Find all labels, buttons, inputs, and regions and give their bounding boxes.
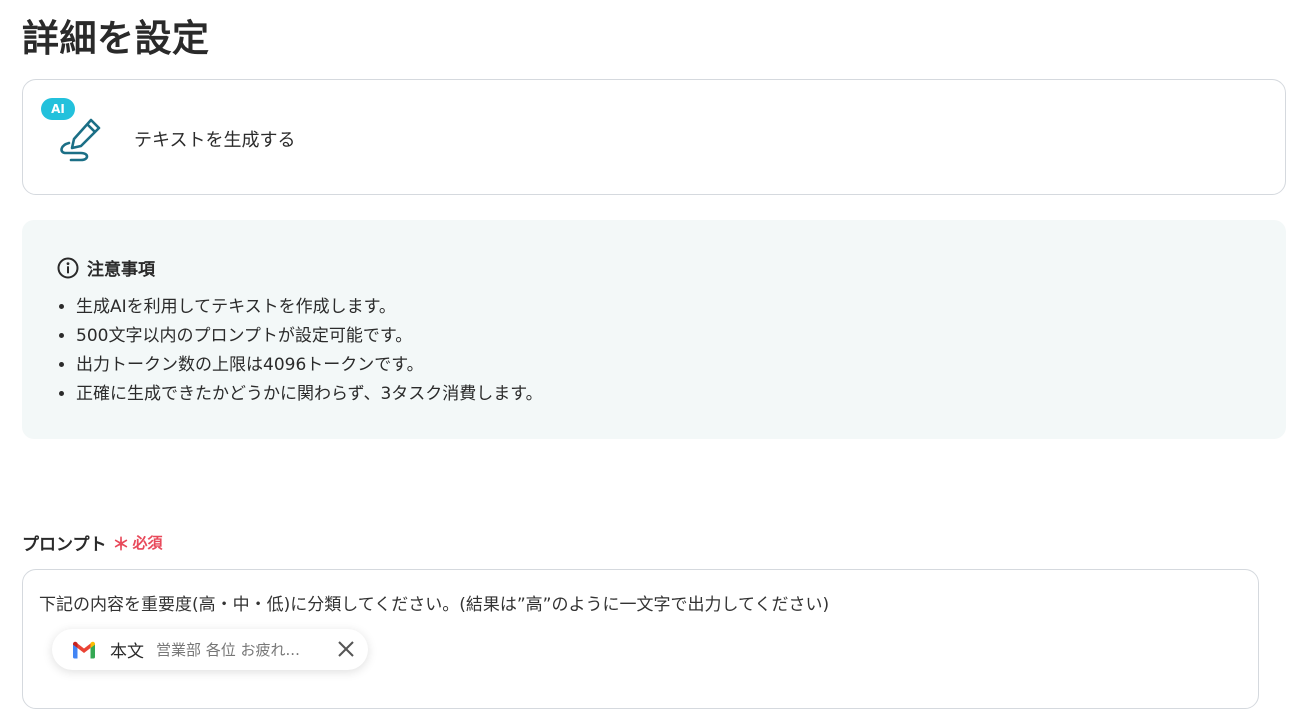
gmail-icon <box>73 641 95 658</box>
action-label: テキストを生成する <box>134 130 296 151</box>
notice-item: 出力トークン数の上限は4096トークンです。 <box>76 351 543 380</box>
action-card[interactable]: AI テキストを生成する <box>22 79 1286 195</box>
variable-chip[interactable]: 本文 営業部 各位 お疲れ... <box>52 629 368 670</box>
prompt-label-row: プロンプト ＊ 必須 <box>22 530 163 555</box>
notice-item: 500文字以内のプロンプトが設定可能です。 <box>76 322 543 351</box>
info-icon <box>57 257 79 278</box>
notice-list: 生成AIを利用してテキストを作成します。 500文字以内のプロンプトが設定可能で… <box>52 293 543 409</box>
notice-item: 正確に生成できたかどうかに関わらず、3タスク消費します。 <box>76 380 543 409</box>
close-icon[interactable] <box>336 639 356 659</box>
page-title: 詳細を設定 <box>22 17 210 60</box>
chip-field-name: 本文 <box>110 642 144 662</box>
ai-pen-icon: AI <box>39 98 111 170</box>
prompt-text: 下記の内容を重要度(高・中・低)に分類してください。(結果は”高”のように一文字… <box>39 595 830 615</box>
notice-title: 注意事項 <box>87 260 155 280</box>
required-mark: ＊ <box>112 535 130 555</box>
chip-preview: 営業部 各位 お疲れ... <box>156 641 300 659</box>
ai-badge: AI <box>41 98 75 120</box>
notice-header: 注意事項 <box>57 255 155 280</box>
notice-box: 注意事項 生成AIを利用してテキストを作成します。 500文字以内のプロンプトが… <box>22 220 1286 439</box>
notice-item: 生成AIを利用してテキストを作成します。 <box>76 293 543 322</box>
required-text: 必須 <box>132 534 163 552</box>
pen-icon <box>60 118 101 162</box>
prompt-label: プロンプト <box>22 535 107 555</box>
